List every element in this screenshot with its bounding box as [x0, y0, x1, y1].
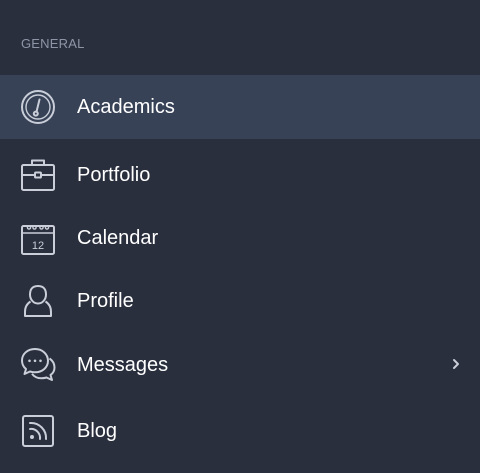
- gauge-icon: [19, 88, 57, 126]
- user-icon: [19, 282, 57, 320]
- sidebar-item-label: Portfolio: [77, 164, 151, 186]
- calendar-date-number: 12: [32, 240, 44, 252]
- sidebar-item-calendar[interactable]: 12 Calendar: [0, 206, 480, 270]
- sidebar-item-label: Profile: [77, 290, 134, 312]
- sidebar-item-blog[interactable]: Blog: [0, 399, 480, 463]
- briefcase-icon: [19, 156, 57, 194]
- chat-bubbles-icon: [19, 346, 57, 384]
- sidebar-item-portfolio[interactable]: Portfolio: [0, 143, 480, 207]
- sidebar-item-profile[interactable]: Profile: [0, 269, 480, 333]
- sidebar-item-label: Blog: [77, 420, 118, 442]
- sidebar-item-label: Messages: [77, 354, 169, 376]
- section-title-general: GENERAL: [21, 36, 85, 51]
- sidebar-item-label: Academics: [77, 96, 175, 118]
- sidebar-item-messages[interactable]: Messages: [0, 333, 480, 397]
- chevron-right-icon: [450, 354, 462, 374]
- calendar-icon: 12: [19, 219, 57, 257]
- sidebar-item-label: Calendar: [77, 227, 159, 249]
- sidebar-item-academics[interactable]: Academics: [0, 75, 480, 139]
- rss-icon: [19, 412, 57, 450]
- sidebar-nav: GENERAL Academics Portfolio 12 Calendar …: [0, 0, 480, 473]
